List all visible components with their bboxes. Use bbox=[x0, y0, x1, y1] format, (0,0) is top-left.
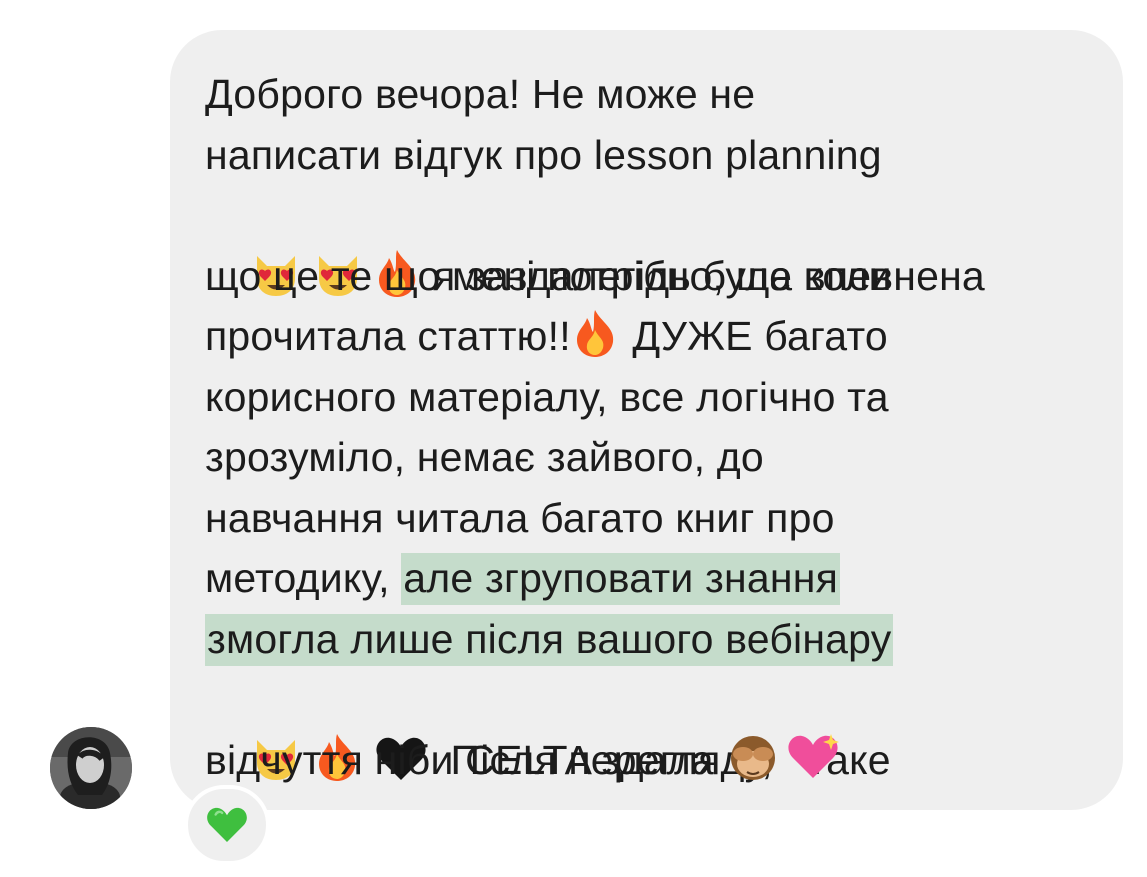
message-line: змогла лише після вашого вебінару bbox=[205, 609, 1105, 670]
message-line: я заздалегідь була впевнена bbox=[205, 185, 1105, 299]
green-heart-icon bbox=[207, 807, 247, 842]
message-text: Доброго вечора! Не може не написати відг… bbox=[205, 64, 1105, 790]
avatar[interactable] bbox=[50, 727, 132, 809]
message-line: корисного матеріалу, все логічно та bbox=[205, 373, 889, 420]
highlighted-text: змогла лише після вашого вебінару bbox=[205, 613, 894, 666]
fire-icon bbox=[576, 310, 614, 357]
message-line: написати відгук про lesson planning bbox=[205, 131, 882, 178]
avatar-photo bbox=[50, 727, 132, 809]
see-no-evil-monkey-icon bbox=[731, 735, 776, 780]
sparkling-heart-icon bbox=[788, 733, 840, 778]
message-line: відчуття ніби CELTA здала bbox=[205, 730, 1105, 791]
reaction-badge[interactable] bbox=[184, 785, 270, 865]
highlighted-text: але згруповати знання bbox=[401, 553, 840, 605]
message-line: методику, але згруповати знання bbox=[205, 548, 1105, 609]
message-line: Доброго вечора! Не може не bbox=[205, 71, 756, 117]
message-line: зрозуміло, немає зайвого, до bbox=[205, 434, 764, 480]
message-line: прочитала статтю!! ДУЖЕ багато bbox=[205, 306, 1105, 367]
message-line: навчання читала багато книг про bbox=[205, 494, 835, 541]
message-line: Після перегляду, таке bbox=[205, 669, 1105, 783]
